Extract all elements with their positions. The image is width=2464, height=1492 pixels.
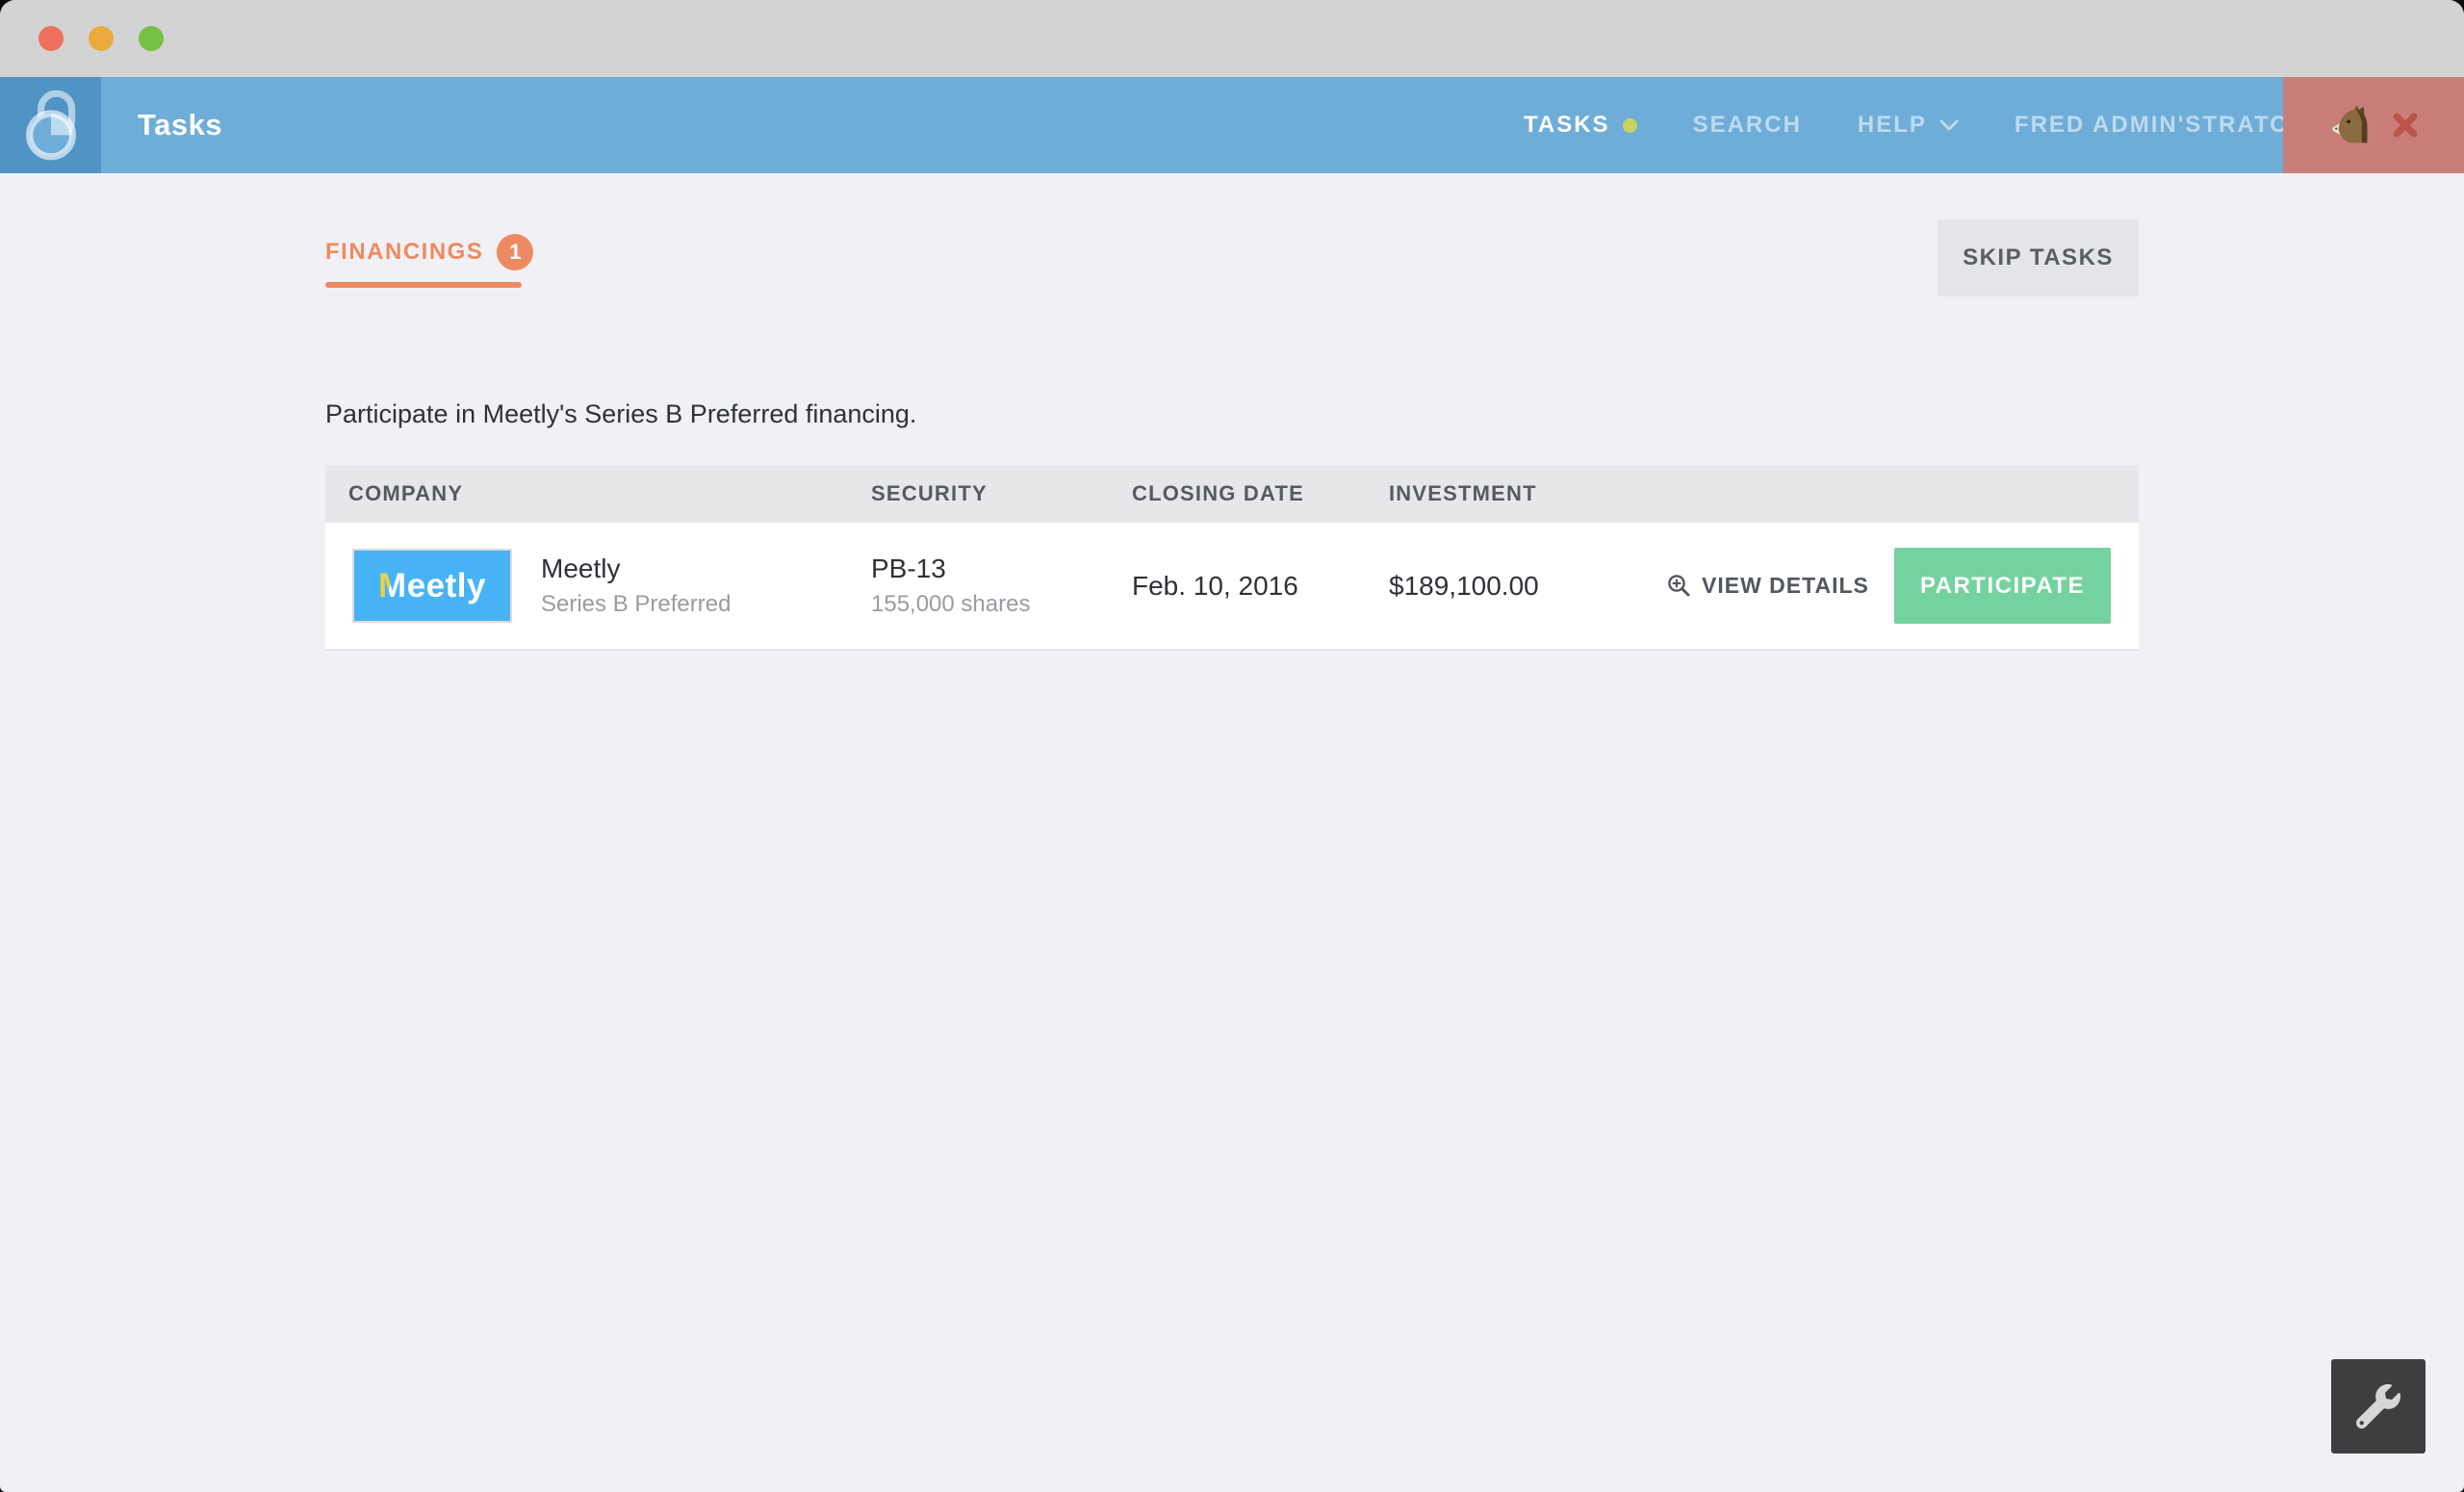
skip-tasks-button[interactable]: SKIP TASKS — [1938, 219, 2139, 296]
chevron-down-icon — [1939, 119, 1959, 132]
nav-item-help[interactable]: HELP — [1858, 112, 1959, 139]
company-logo: Meetly — [352, 549, 512, 623]
company-name: Meetly — [541, 553, 731, 584]
dev-tools-button[interactable] — [2331, 1359, 2426, 1453]
nav-item-search[interactable]: SEARCH — [1693, 112, 1802, 139]
nav-user-label: FRED ADMIN'STRATOR — [2015, 112, 2308, 139]
table-row: Meetly Meetly Series B Preferred PB-13 1… — [325, 523, 2139, 651]
investment-cell: $189,100.00 — [1389, 571, 1666, 602]
close-impersonation-icon[interactable] — [2393, 113, 2418, 138]
nav-search-label: SEARCH — [1693, 112, 1802, 139]
company-cell: Meetly Meetly Series B Preferred — [325, 549, 871, 623]
tab-financings[interactable]: FINANCINGS 1 — [325, 234, 533, 288]
company-security-type: Series B Preferred — [541, 591, 731, 618]
window-minimize-button[interactable] — [89, 26, 114, 51]
tab-active-underline — [325, 282, 522, 288]
horse-avatar-icon — [2329, 104, 2372, 146]
column-header-closing-date: CLOSING DATE — [1132, 481, 1389, 506]
zoom-in-magnifier-icon — [1666, 573, 1692, 599]
tab-financings-label: FINANCINGS — [325, 239, 483, 266]
security-shares: 155,000 shares — [871, 591, 1132, 618]
app-window: Tasks TASKS SEARCH HELP FRED ADMIN'STRAT… — [0, 0, 2464, 1492]
impersonation-banner — [2283, 77, 2464, 173]
security-cell: PB-13 155,000 shares — [871, 553, 1132, 618]
company-logo-letter: M — [378, 567, 407, 605]
view-details-button[interactable]: VIEW DETAILS — [1666, 573, 1894, 599]
participate-cell: PARTICIPATE — [1894, 548, 2139, 624]
window-zoom-button[interactable] — [139, 26, 164, 51]
participate-button[interactable]: PARTICIPATE — [1894, 548, 2111, 624]
column-header-company: COMPANY — [325, 481, 871, 506]
app-logo[interactable] — [0, 77, 101, 173]
financings-count-badge: 1 — [497, 234, 533, 270]
company-logo-text: eetly — [407, 567, 486, 605]
company-text-stack: Meetly Series B Preferred — [541, 553, 731, 618]
eshares-lock-logo-icon — [20, 90, 82, 161]
nav-item-tasks[interactable]: TASKS — [1524, 112, 1637, 139]
financings-table: COMPANY SECURITY CLOSING DATE INVESTMENT… — [325, 465, 2139, 651]
task-description: Participate in Meetly's Series B Preferr… — [325, 399, 916, 429]
view-details-label: VIEW DETAILS — [1702, 573, 1869, 599]
window-titlebar — [0, 0, 2464, 77]
table-header-row: COMPANY SECURITY CLOSING DATE INVESTMENT — [325, 465, 2139, 523]
header-nav: TASKS SEARCH HELP FRED ADMIN'STRATOR — [1524, 77, 2340, 173]
nav-help-label: HELP — [1858, 112, 1927, 139]
security-label: PB-13 — [871, 553, 1132, 584]
page-title: Tasks — [138, 77, 222, 173]
nav-tasks-label: TASKS — [1524, 112, 1610, 139]
closing-date-cell: Feb. 10, 2016 — [1132, 571, 1389, 602]
notification-dot-icon — [1623, 118, 1637, 133]
column-header-investment: INVESTMENT — [1389, 481, 1666, 506]
tab-financings-inner: FINANCINGS 1 — [325, 234, 533, 270]
column-header-security: SECURITY — [871, 481, 1132, 506]
window-close-button[interactable] — [38, 26, 64, 51]
app-header: Tasks TASKS SEARCH HELP FRED ADMIN'STRAT… — [0, 77, 2464, 173]
wrench-icon — [2356, 1384, 2400, 1428]
